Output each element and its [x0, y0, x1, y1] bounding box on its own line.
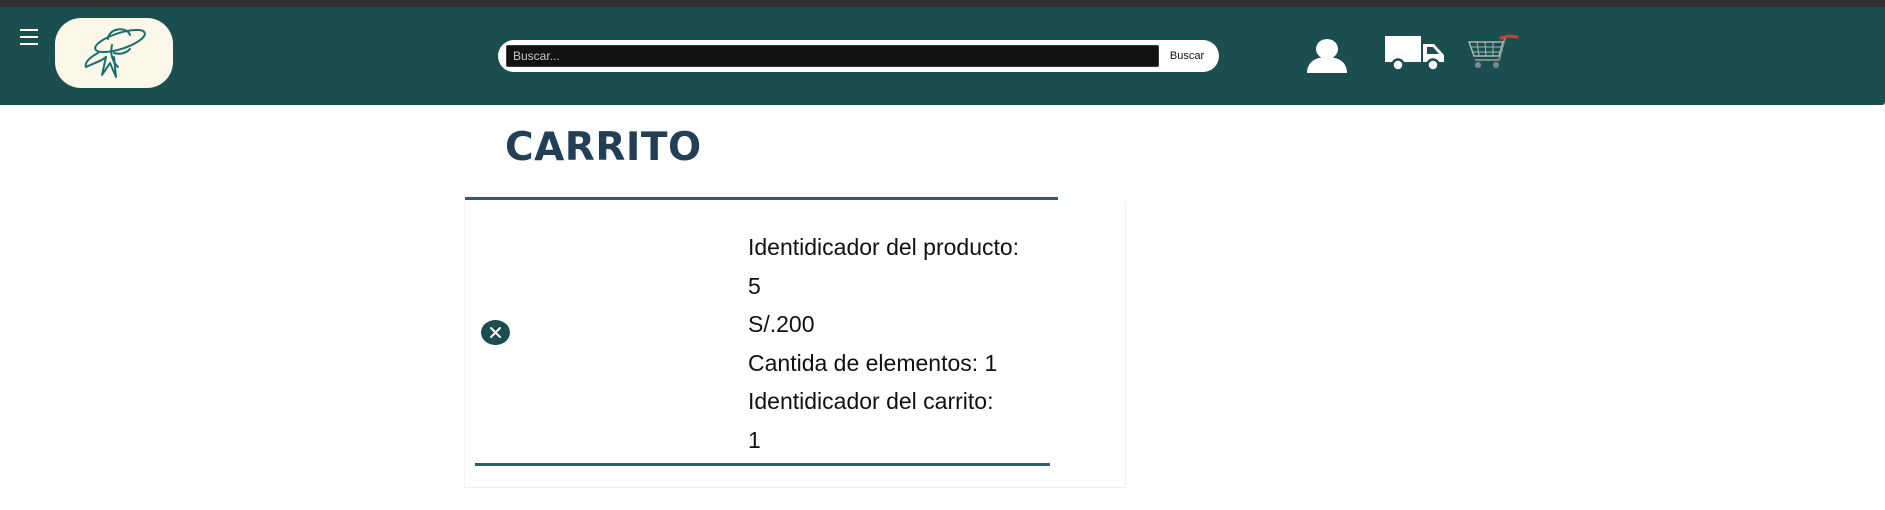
- search-button[interactable]: Buscar: [1162, 45, 1212, 67]
- delivery-truck-icon[interactable]: [1384, 34, 1446, 72]
- shopping-cart-icon[interactable]: [1465, 34, 1519, 72]
- product-id-value: 5: [748, 272, 761, 299]
- cart-id-value: 1: [748, 426, 761, 453]
- product-price: S/.200: [748, 311, 815, 337]
- close-icon: [490, 327, 501, 338]
- remove-item-button[interactable]: [481, 320, 510, 345]
- item-quantity: Cantida de elementos: 1: [748, 349, 998, 376]
- woman-sun-hat-icon: [84, 28, 146, 78]
- logo[interactable]: [55, 18, 173, 88]
- title-divider: [465, 197, 1058, 200]
- search-bar: Buscar: [498, 40, 1219, 72]
- page-title: CARRITO: [505, 125, 702, 170]
- search-input[interactable]: [506, 45, 1159, 67]
- navbar: Buscar: [0, 7, 1885, 105]
- browser-top-edge: [0, 0, 1885, 7]
- hamburger-menu-icon[interactable]: [20, 29, 38, 45]
- product-id-label: Identidicador del producto:: [748, 234, 1020, 260]
- cart-id-label: Identidicador del carrito:: [748, 388, 994, 414]
- cart-item-details: Identidicador del producto: 5 S/.200 Can…: [748, 228, 1019, 459]
- user-icon[interactable]: [1305, 39, 1349, 75]
- item-divider: [475, 463, 1050, 466]
